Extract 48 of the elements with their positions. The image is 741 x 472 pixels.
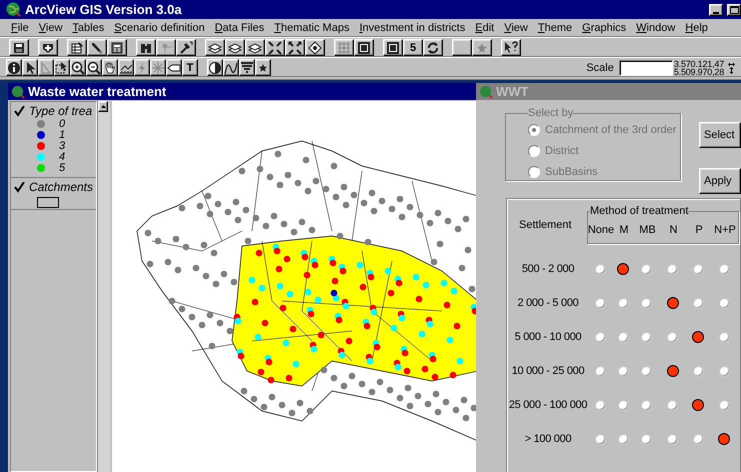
option-label: SubBasins — [545, 166, 598, 178]
menu-item[interactable]: Thematic Maps — [269, 21, 354, 35]
menu-item[interactable]: View — [34, 21, 68, 35]
column-header: M — [619, 224, 629, 236]
class-label: 0 — [59, 118, 66, 130]
window-title: WWT — [496, 84, 528, 99]
class-label: 1 — [59, 128, 66, 140]
menu-item[interactable]: Investment in districts — [354, 21, 470, 35]
settlement-label: 500 - 2 000 — [520, 263, 576, 275]
option-label: Catchment of the 3rd order — [545, 124, 676, 136]
action-button[interactable]: Select — [699, 122, 741, 148]
settlement-label: 25 000 - 100 000 — [509, 399, 587, 411]
menu-item[interactable]: Window — [631, 21, 680, 35]
coordinate-readout: 5.509.970,28 — [674, 68, 724, 76]
menu-item[interactable]: Theme — [532, 21, 578, 35]
column-header: None — [588, 224, 614, 236]
group-label: Select by — [528, 107, 574, 119]
column-header: MB — [639, 224, 656, 236]
menu-item[interactable]: Graphics — [577, 21, 632, 35]
settlement-label: 2 000 - 5 000 — [516, 297, 580, 309]
settlement-label: > 100 000 — [524, 433, 572, 445]
menu-item[interactable]: Tables — [67, 21, 110, 35]
class-label: 4 — [59, 150, 66, 162]
settlement-label: 10 000 - 25 000 — [510, 365, 586, 377]
column-header: N+P — [714, 224, 736, 236]
menu-item[interactable]: Data Files — [210, 21, 270, 35]
menu-item[interactable]: Edit — [470, 21, 500, 35]
theme-name: Type of trea — [29, 104, 92, 118]
window-title: Waste water treatment — [28, 84, 166, 99]
menu-item[interactable]: File — [6, 21, 34, 35]
class-label: 3 — [59, 140, 66, 152]
action-button[interactable]: Apply — [699, 168, 741, 194]
column-header: P — [695, 224, 703, 236]
toolbar-button[interactable]: T — [182, 59, 198, 76]
settlement-label: 5 000 - 10 000 — [514, 331, 582, 343]
scale-label: Scale — [586, 62, 614, 74]
coordinate-readout: 3.570.121,47 — [674, 60, 724, 68]
column-header: N — [670, 224, 678, 236]
window-title: ArcView GIS Version 3.0a — [25, 2, 183, 17]
theme-name: Catchments — [28, 180, 93, 194]
toolbar-button[interactable]: 5 — [403, 39, 423, 56]
class-label: 5 — [59, 162, 66, 174]
menu-item[interactable]: View — [499, 21, 533, 35]
option-label: District — [545, 144, 579, 156]
column-header: Settlement — [518, 218, 573, 230]
menu-item[interactable]: Scenario definition — [109, 21, 210, 35]
menu-item[interactable]: Help — [680, 21, 713, 35]
group-label: Method of treatment — [590, 205, 688, 217]
